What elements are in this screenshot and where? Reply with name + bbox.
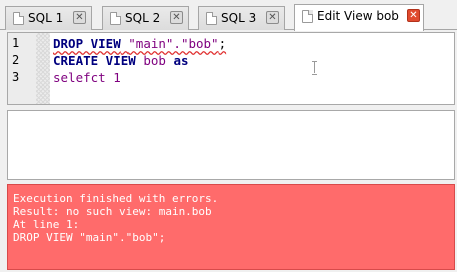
tab-sql-3[interactable]: SQL 3 ✕: [198, 6, 285, 30]
tab-edit-view-bob[interactable]: Edit View bob ✕: [294, 4, 424, 31]
document-icon: [13, 12, 24, 25]
editor-tab-bar: SQL 1 ✕ SQL 2 ✕ SQL 3 ✕ Edit View bob ✕: [0, 0, 457, 31]
keyword-token: as: [173, 53, 189, 68]
tab-sql-1[interactable]: SQL 1 ✕: [5, 6, 92, 30]
document-icon: [206, 12, 217, 25]
close-icon[interactable]: ✕: [170, 11, 183, 24]
string-token: "main"."bob": [128, 36, 219, 51]
error-line: At line 1:: [13, 218, 80, 231]
fold-margin: [36, 33, 50, 104]
identifier-token: selefct 1: [53, 70, 121, 85]
line-number: 2: [12, 53, 20, 67]
code-line-3: selefct 1: [53, 70, 121, 85]
tab-label: SQL 3: [221, 11, 257, 25]
keyword-token: CREATE VIEW: [53, 53, 136, 68]
close-icon[interactable]: ✕: [266, 11, 279, 24]
keyword-token: DROP VIEW: [53, 36, 121, 51]
error-line: Execution finished with errors.: [13, 192, 219, 205]
results-pane[interactable]: [7, 110, 455, 180]
sql-editor[interactable]: 1 2 3 DROP VIEW "main"."bob"; CREATE VIE…: [7, 32, 455, 105]
line-number: 1: [12, 36, 20, 50]
line-number: 3: [12, 70, 20, 84]
error-message-pane: Execution finished with errors. Result: n…: [7, 184, 455, 270]
code-line-2: CREATE VIEW bob as: [53, 53, 189, 68]
tab-label: SQL 1: [28, 11, 64, 25]
error-line: Result: no such view: main.bob: [13, 205, 212, 218]
document-icon: [110, 12, 121, 25]
error-line: DROP VIEW "main"."bob";: [13, 231, 166, 244]
identifier-token: bob: [135, 53, 174, 68]
close-icon[interactable]: ✕: [407, 9, 420, 22]
code-line-1: DROP VIEW "main"."bob";: [53, 36, 226, 51]
tab-label: Edit View bob: [317, 9, 399, 23]
line-number-gutter: 1 2 3: [8, 33, 50, 104]
close-icon[interactable]: ✕: [73, 11, 86, 24]
document-icon: [302, 10, 313, 23]
text-cursor-icon: [312, 61, 317, 75]
semicolon-token: ;: [218, 36, 227, 51]
tab-label: SQL 2: [125, 11, 161, 25]
tab-sql-2[interactable]: SQL 2 ✕: [102, 6, 189, 30]
